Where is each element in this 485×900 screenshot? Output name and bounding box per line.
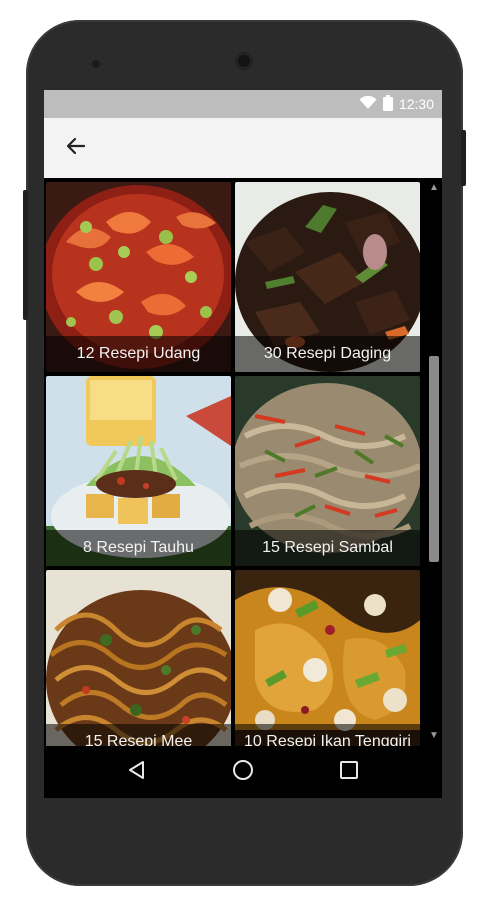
volume-button xyxy=(23,190,28,320)
clock: 12:30 xyxy=(398,96,434,112)
phone-screen: 12:30 12 Resepi Udang 30 Resepi Daging 8… xyxy=(44,90,442,798)
recents-square-icon xyxy=(338,759,360,786)
recipe-label: 10 Resepi Ikan Tenggiri xyxy=(235,724,420,746)
scroll-down-icon[interactable]: ▼ xyxy=(428,730,440,742)
recipe-tile-tauhu[interactable]: 8 Resepi Tauhu xyxy=(46,376,231,566)
sensor-dot xyxy=(92,60,100,68)
recipe-label: 15 Resepi Mee xyxy=(46,724,231,746)
back-triangle-icon xyxy=(126,759,148,786)
home-circle-icon xyxy=(231,758,255,787)
mackerel-dish-photo xyxy=(235,570,420,746)
front-camera xyxy=(235,52,253,70)
battery-icon xyxy=(382,94,393,114)
recipe-label: 30 Resepi Daging xyxy=(235,336,420,372)
scroll-up-icon[interactable]: ▲ xyxy=(428,182,440,194)
recipe-tile-ikan-tenggiri[interactable]: 10 Resepi Ikan Tenggiri xyxy=(235,570,420,746)
nav-recents-button[interactable] xyxy=(329,752,369,792)
scrollbar-thumb[interactable] xyxy=(429,356,439,562)
recipe-grid: 12 Resepi Udang 30 Resepi Daging 8 Resep… xyxy=(44,182,424,746)
recipe-tile-mee[interactable]: 15 Resepi Mee xyxy=(46,570,231,746)
noodle-dish-photo xyxy=(46,570,231,746)
app-bar xyxy=(44,118,442,178)
status-bar: 12:30 xyxy=(44,90,442,118)
wifi-icon xyxy=(359,95,377,113)
recipe-tile-daging[interactable]: 30 Resepi Daging xyxy=(235,182,420,372)
recipe-label: 8 Resepi Tauhu xyxy=(46,530,231,566)
nav-bar xyxy=(44,746,442,798)
recipe-tile-sambal[interactable]: 15 Resepi Sambal xyxy=(235,376,420,566)
recipe-label: 15 Resepi Sambal xyxy=(235,530,420,566)
nav-home-button[interactable] xyxy=(223,752,263,792)
recipe-label: 12 Resepi Udang xyxy=(46,336,231,372)
back-button[interactable] xyxy=(52,124,100,172)
recipe-tile-udang[interactable]: 12 Resepi Udang xyxy=(46,182,231,372)
power-button xyxy=(461,130,466,186)
nav-back-button[interactable] xyxy=(117,752,157,792)
arrow-left-icon xyxy=(65,135,87,162)
